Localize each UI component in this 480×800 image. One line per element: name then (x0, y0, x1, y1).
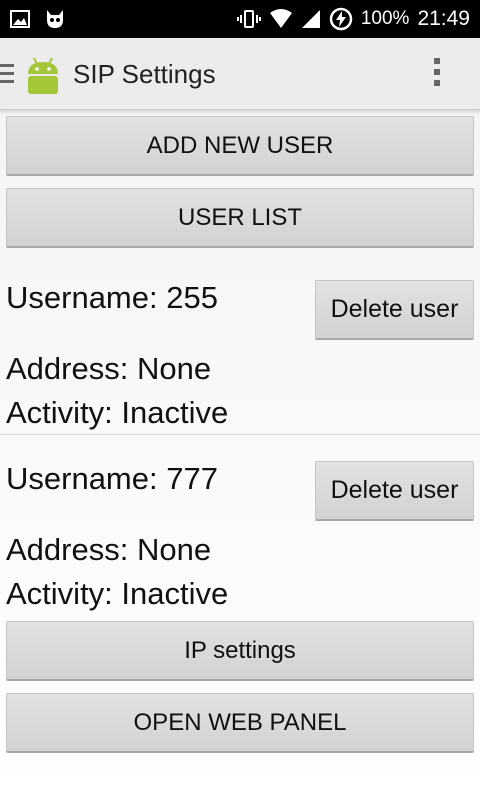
delete-user-button[interactable]: Delete user (315, 461, 474, 521)
address-label: Address: None (6, 532, 212, 567)
overflow-menu-icon[interactable] (432, 58, 442, 90)
ip-settings-button[interactable]: IP settings (6, 621, 474, 681)
username-label: Username: 255 (6, 280, 218, 315)
delete-user-button[interactable]: Delete user (315, 280, 474, 340)
username-label: Username: 777 (6, 461, 218, 496)
open-web-panel-button[interactable]: OPEN WEB PANEL (6, 693, 474, 753)
page-title: SIP Settings (73, 59, 216, 89)
action-bar: SIP Settings (0, 38, 480, 110)
user-list-button[interactable]: USER LIST (6, 188, 474, 248)
activity-label: Activity: Inactive (6, 395, 229, 430)
drawer-menu-icon[interactable] (0, 64, 14, 86)
wifi-icon (269, 9, 293, 29)
status-bar: 100% 21:49 (0, 0, 480, 38)
activity-label: Activity: Inactive (6, 576, 229, 611)
add-new-user-button[interactable]: ADD NEW USER (6, 116, 474, 176)
cat-icon (44, 8, 66, 30)
battery-charging-icon (329, 7, 353, 31)
clock: 21:49 (417, 7, 470, 30)
image-icon (10, 10, 30, 28)
address-label: Address: None (6, 351, 212, 386)
vibrate-icon (236, 9, 261, 29)
divider (0, 434, 480, 435)
signal-icon (301, 9, 321, 29)
battery-percent: 100% (360, 8, 410, 29)
android-logo-icon[interactable] (22, 54, 64, 96)
